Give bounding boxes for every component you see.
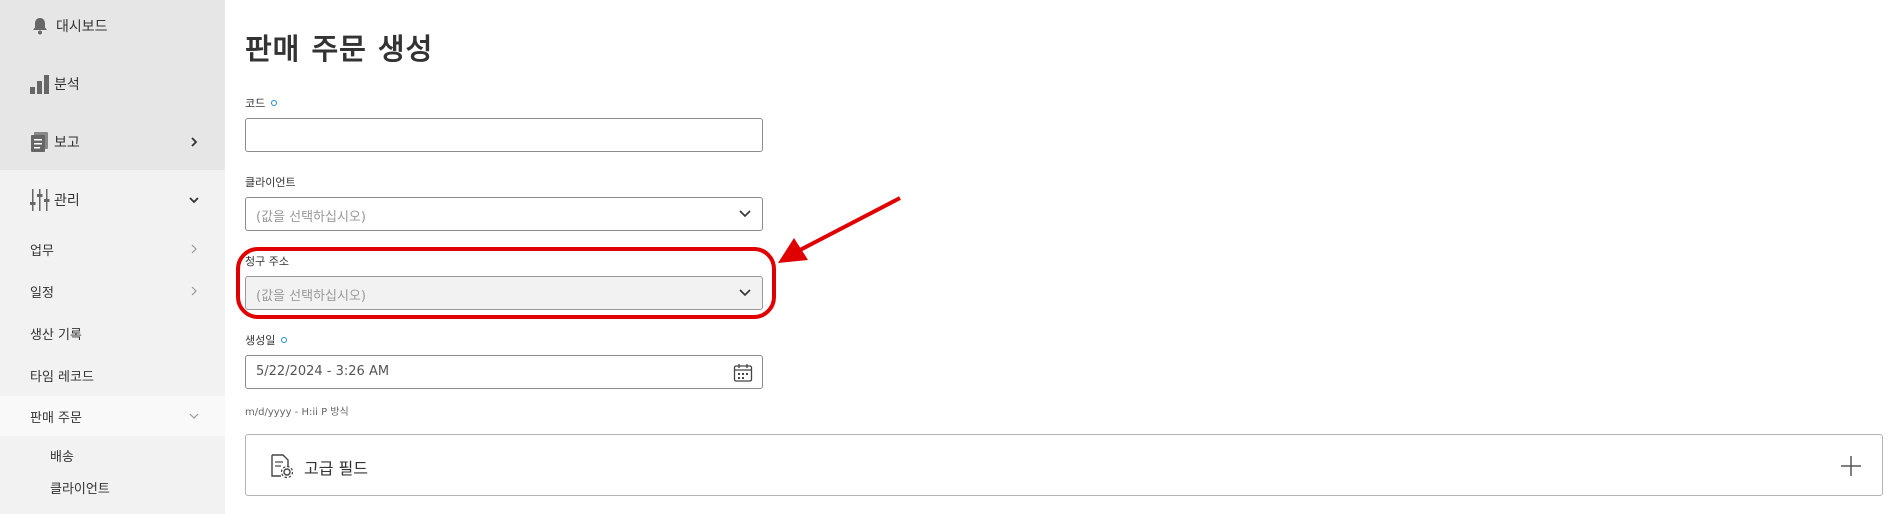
date-format-hint: m/d/yyyy - H:ii P 방식	[245, 407, 349, 418]
sidebar: 대시보드 분석 보고 관리 업무 일정 생산 기록 타임 레코드 판매 주문 배…	[0, 0, 225, 514]
chevron-down-icon	[189, 197, 199, 204]
client-select[interactable]: (값을 선택하십시오)	[245, 197, 763, 231]
bell-icon	[28, 14, 52, 38]
annotation-arrow-icon	[778, 196, 901, 263]
calendar-icon[interactable]	[733, 363, 753, 383]
code-label: 코드	[245, 95, 278, 111]
sidebar-item-reports[interactable]: 보고	[0, 126, 225, 158]
plus-icon[interactable]	[1840, 455, 1862, 477]
sidebar-item-label: 타임 레코드	[30, 370, 94, 385]
bar-chart-icon	[28, 72, 52, 96]
created-date-value: 5/22/2024 - 3:26 AM	[256, 364, 390, 379]
sidebar-item-time-records[interactable]: 타임 레코드	[0, 362, 225, 388]
sidebar-item-label: 클라이언트	[50, 482, 110, 497]
chevron-right-icon	[191, 137, 198, 147]
sidebar-item-dashboard[interactable]: 대시보드	[0, 10, 225, 42]
sidebar-subitem-shipping[interactable]: 배송	[0, 443, 225, 467]
document-icon	[28, 130, 52, 154]
advanced-fields-panel[interactable]: 고급 필드	[245, 434, 1883, 496]
sidebar-item-label: 일정	[30, 286, 54, 301]
chevron-down-icon	[739, 210, 751, 218]
sidebar-item-sales-orders[interactable]: 판매 주문	[0, 396, 225, 436]
created-date-input[interactable]: 5/22/2024 - 3:26 AM	[245, 355, 763, 389]
sidebar-item-label: 대시보드	[56, 19, 108, 35]
document-settings-icon	[271, 454, 294, 479]
page-title: 판매 주문 생성	[245, 32, 434, 66]
sidebar-item-manage[interactable]: 관리	[0, 184, 225, 216]
chevron-right-icon	[191, 286, 197, 296]
advanced-fields-label: 고급 필드	[304, 459, 368, 478]
code-input[interactable]	[245, 118, 763, 152]
chevron-down-icon	[189, 413, 199, 419]
sidebar-item-label: 분석	[54, 77, 80, 93]
sliders-icon	[28, 188, 52, 212]
created-date-label: 생성일	[245, 332, 288, 348]
sidebar-item-schedule[interactable]: 일정	[0, 278, 225, 304]
sidebar-item-label: 보고	[54, 135, 80, 151]
sidebar-item-tasks[interactable]: 업무	[0, 236, 225, 262]
client-label: 클라이언트	[245, 176, 296, 189]
chevron-right-icon	[191, 244, 197, 254]
sidebar-item-label: 업무	[30, 244, 54, 259]
sidebar-subitem-clients[interactable]: 클라이언트	[0, 475, 225, 499]
sidebar-item-label: 관리	[54, 193, 80, 209]
required-indicator	[281, 337, 288, 343]
annotation-highlight-oval	[236, 247, 776, 319]
required-indicator	[271, 100, 278, 106]
sidebar-item-label: 생산 기록	[30, 328, 82, 343]
sidebar-item-production-records[interactable]: 생산 기록	[0, 320, 225, 346]
client-placeholder: (값을 선택하십시오)	[256, 210, 366, 225]
sidebar-item-analytics[interactable]: 분석	[0, 68, 225, 100]
sidebar-item-label: 배송	[50, 450, 74, 465]
sidebar-item-label: 판매 주문	[30, 411, 82, 426]
